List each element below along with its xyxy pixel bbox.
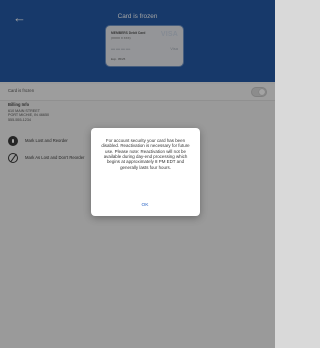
dialog-ok-button[interactable]: OK	[135, 203, 155, 210]
security-alert-dialog: For account security your card has been …	[91, 128, 200, 216]
app-screen: ← Card is frozen MEMBERS Debit Card (XXX…	[0, 0, 275, 348]
dialog-message: For account security your card has been …	[101, 138, 190, 170]
